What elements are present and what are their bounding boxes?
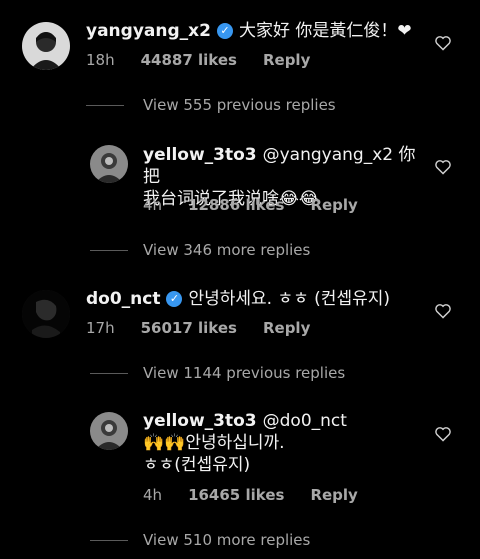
likes-count[interactable]: 56017 likes — [141, 319, 237, 337]
heart-icon[interactable] — [434, 426, 452, 442]
heart-icon[interactable] — [434, 35, 452, 51]
divider-line — [90, 250, 128, 251]
reply-button[interactable]: Reply — [310, 196, 357, 214]
comment-meta: 17h 56017 likes Reply — [86, 319, 336, 337]
timestamp: 17h — [86, 319, 115, 337]
comment-meta: 18h 44887 likes Reply — [86, 51, 336, 69]
timestamp: 4h — [143, 486, 163, 504]
likes-count[interactable]: 12886 likes — [188, 196, 284, 214]
heart-icon[interactable] — [434, 303, 452, 319]
avatar[interactable] — [22, 22, 70, 70]
avatar-image-icon — [90, 145, 128, 183]
avatar[interactable] — [22, 290, 70, 338]
comment-text: yangyang_x2 ✓ 大家好 你是黃仁俊！❤ — [86, 20, 426, 42]
avatar-image-icon — [22, 22, 70, 70]
view-more-replies-button[interactable]: View 510 more replies — [143, 531, 310, 549]
verified-icon: ✓ — [216, 23, 233, 39]
timestamp: 4h — [143, 196, 163, 214]
comment-body: 안녕하세요. ㅎㅎ (컨셉유지) — [188, 289, 391, 309]
divider-line — [86, 105, 124, 106]
avatar[interactable] — [90, 145, 128, 183]
reply-button[interactable]: Reply — [310, 486, 357, 504]
avatar[interactable] — [90, 412, 128, 450]
username[interactable]: yangyang_x2 — [86, 21, 211, 41]
comment-meta: 4h 16465 likes Reply — [143, 486, 384, 504]
divider-line — [90, 540, 128, 541]
reply-button[interactable]: Reply — [263, 319, 310, 337]
verified-icon: ✓ — [166, 291, 183, 307]
avatar-image-icon — [90, 412, 128, 450]
comment-text: yellow_3to3 @do0_nct 🙌🙌안녕하십니까. ㅎㅎ(컨셉유지) — [143, 410, 423, 476]
view-previous-replies-button[interactable]: View 555 previous replies — [143, 96, 336, 114]
comment-body: 大家好 你是黃仁俊！❤ — [238, 21, 412, 41]
heart-icon[interactable] — [434, 159, 452, 175]
mention-link[interactable]: @do0_nct — [263, 411, 347, 431]
username[interactable]: yellow_3to3 — [143, 411, 257, 431]
likes-count[interactable]: 16465 likes — [188, 486, 284, 504]
comment-body-line1: 🙌🙌안녕하십니까. — [143, 433, 285, 453]
likes-count[interactable]: 44887 likes — [141, 51, 237, 69]
reply-button[interactable]: Reply — [263, 51, 310, 69]
comment-text: do0_nct ✓ 안녕하세요. ㅎㅎ (컨셉유지) — [86, 288, 426, 310]
view-more-replies-button[interactable]: View 346 more replies — [143, 241, 310, 259]
comment-meta: 4h 12886 likes Reply — [143, 196, 384, 214]
avatar-image-icon — [22, 290, 70, 338]
username[interactable]: yellow_3to3 — [143, 145, 257, 165]
comment-body-line2: ㅎㅎ(컨셉유지) — [143, 455, 251, 475]
divider-line — [90, 373, 128, 374]
username[interactable]: do0_nct — [86, 289, 160, 309]
mention-link[interactable]: @yangyang_x2 — [263, 145, 393, 165]
timestamp: 18h — [86, 51, 115, 69]
view-previous-replies-button[interactable]: View 1144 previous replies — [143, 364, 345, 382]
